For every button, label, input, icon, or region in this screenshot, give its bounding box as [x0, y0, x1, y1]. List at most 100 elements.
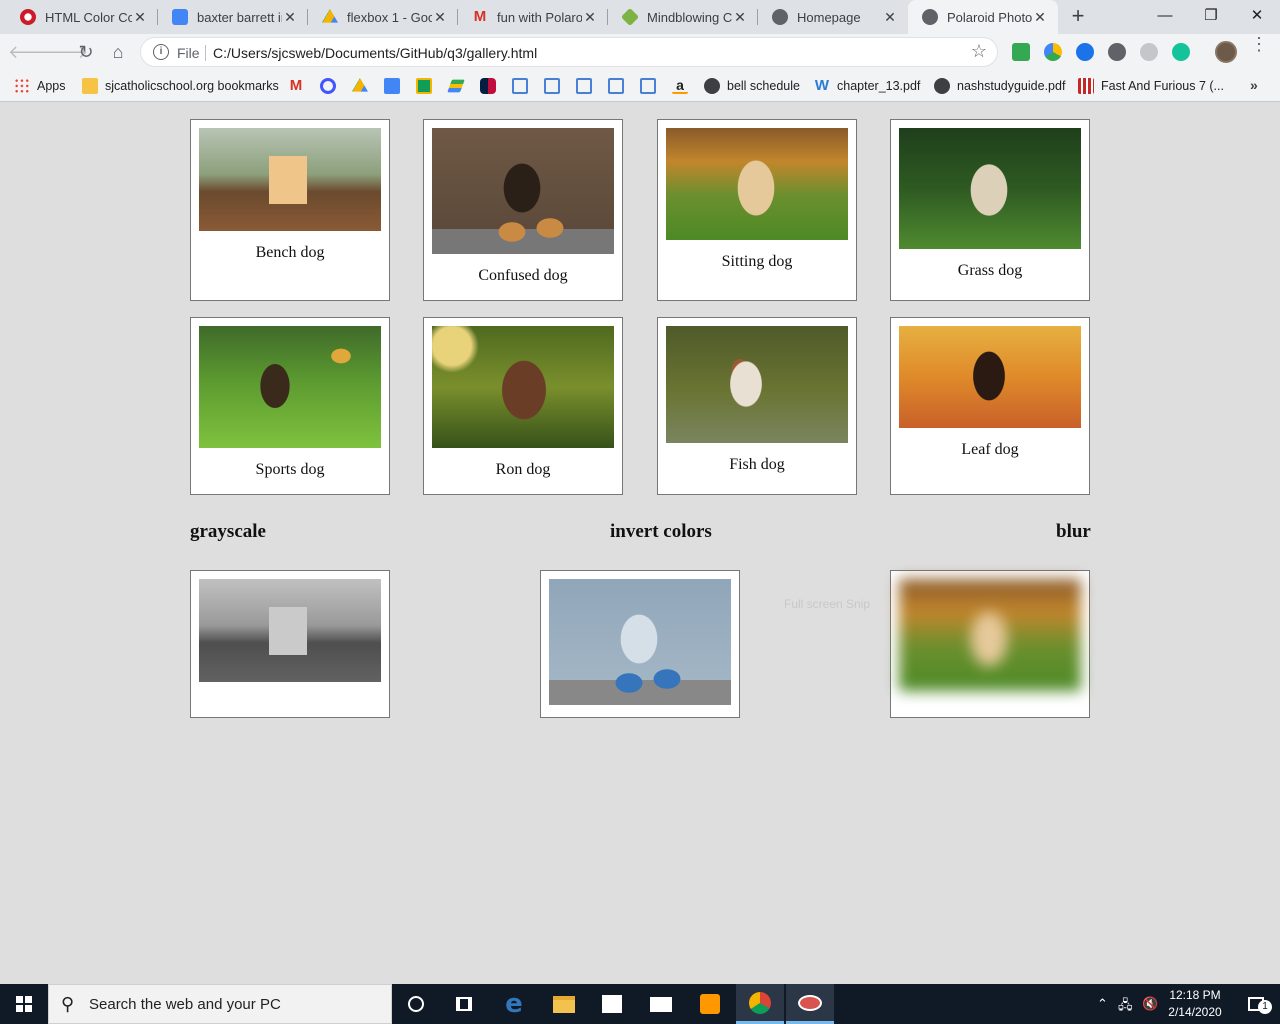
sublime-icon [700, 994, 720, 1014]
close-window-button[interactable]: ✕ [1234, 0, 1280, 34]
menu-icon[interactable]: ⋮ [1250, 35, 1268, 53]
bookmark-google-drive[interactable] [352, 76, 375, 96]
color-picker-extension-icon[interactable] [1044, 43, 1062, 61]
sublime-text-button[interactable] [686, 984, 734, 1024]
tab-strip: HTML Color Coc ✕ baxter barrett in ✕ fle… [0, 0, 1280, 34]
clock-date: 2/14/2020 [1168, 1005, 1222, 1019]
bookmark-layout-3[interactable] [576, 76, 599, 96]
bookmark-star-icon[interactable]: ☆ [971, 41, 987, 62]
url-text[interactable]: C:/Users/sjcsweb/Documents/GitHub/q3/gal… [213, 45, 537, 61]
polaroid-invert [540, 570, 740, 718]
polaroid-fish-dog: Fish dog [657, 317, 857, 495]
bookmark-layers[interactable] [447, 76, 471, 96]
taskbar-search-box[interactable]: ⚲ Search the web and your PC [48, 984, 392, 1024]
bookmark-nashstudyguide[interactable]: nashstudyguide.pdf [934, 76, 1065, 96]
more-bookmarks-icon[interactable]: » [1250, 77, 1258, 93]
bookmark-fast-and-furious[interactable]: Fast And Furious 7 (... [1078, 76, 1224, 96]
address-bar[interactable]: i File C:/Users/sjcsweb/Documents/GitHub… [140, 37, 998, 67]
task-view-button[interactable] [440, 984, 488, 1024]
bookmark-google-docs[interactable] [384, 76, 407, 96]
shield-extension-icon[interactable] [1076, 43, 1094, 61]
bookmark-bell-schedule[interactable]: bell schedule [704, 76, 800, 96]
polaroid-blur [890, 570, 1090, 718]
tab-baxter-barrett[interactable]: baxter barrett in ✕ [158, 0, 308, 34]
photo-caption: Sports dog [255, 461, 325, 478]
bookmark-amazon[interactable]: a [672, 76, 695, 96]
forward-button[interactable]: 🡒 [40, 38, 88, 66]
amazon-icon: a [672, 78, 688, 94]
layout-icon [576, 78, 592, 94]
polaroid-sitting-dog: Sitting dog [657, 119, 857, 301]
bookmark-layout-4[interactable] [608, 76, 631, 96]
close-icon[interactable]: ✕ [882, 9, 898, 26]
google-classroom-extension-icon[interactable] [1012, 43, 1030, 61]
close-icon[interactable]: ✕ [282, 9, 298, 26]
help-extension-icon[interactable] [1140, 43, 1158, 61]
globe-icon [772, 9, 788, 25]
bookmark-google-classroom[interactable] [416, 76, 439, 96]
new-tab-button[interactable]: + [1066, 5, 1090, 29]
show-hidden-icons[interactable]: ⌃ [1097, 996, 1108, 1012]
gallery-page: Bench dog Confused dog Sitting dog Grass… [0, 103, 1280, 984]
tab-polaroid-photo-gallery[interactable]: Polaroid Photo G ✕ [908, 0, 1058, 34]
cortana-icon [408, 996, 424, 1012]
mail-button[interactable] [637, 984, 685, 1024]
snipping-tool-button[interactable] [786, 984, 834, 1024]
sitting-dog-photo [666, 128, 848, 240]
close-icon[interactable]: ✕ [732, 9, 748, 26]
snipping-tool-icon [798, 994, 822, 1011]
network-icon[interactable]: 🖧 [1118, 996, 1133, 1018]
reload-button[interactable]: ↻ [72, 38, 100, 66]
full-screen-snip-hint: Full screen Snip [784, 597, 871, 611]
folder-icon [553, 995, 575, 1013]
grass-dog-photo [899, 128, 1081, 249]
bookmark-quizlet[interactable] [320, 76, 343, 96]
close-icon[interactable]: ✕ [582, 9, 598, 26]
tab-label: fun with Polaroi [497, 9, 582, 25]
google-drive-icon [322, 9, 338, 23]
bookmark-layout-1[interactable] [512, 76, 535, 96]
close-icon[interactable]: ✕ [1032, 9, 1048, 26]
shield-dark-extension-icon[interactable] [1108, 43, 1126, 61]
volume-muted-icon[interactable]: 🔇 [1142, 996, 1158, 1012]
edge-button[interactable]: e [490, 984, 538, 1024]
sports-dog-photo [199, 326, 381, 448]
close-icon[interactable]: ✕ [432, 9, 448, 26]
bookmark-gmail[interactable]: M [288, 76, 311, 96]
close-icon[interactable]: ✕ [132, 9, 148, 26]
notification-count-badge: 1 [1258, 1000, 1272, 1014]
google-classroom-icon [416, 78, 432, 94]
system-clock[interactable]: 12:18 PM 2/14/2020 [1162, 987, 1228, 1021]
tab-html-color-codes[interactable]: HTML Color Coc ✕ [6, 0, 158, 34]
home-button[interactable]: ⌂ [104, 38, 132, 66]
file-explorer-button[interactable] [540, 984, 588, 1024]
blurred-photo [899, 579, 1081, 691]
bookmark-layout-2[interactable] [544, 76, 567, 96]
omnibox-divider [205, 45, 206, 61]
cortana-button[interactable] [392, 984, 440, 1024]
action-center-button[interactable]: 1 [1232, 984, 1280, 1024]
restore-button[interactable]: ❐ [1188, 0, 1234, 34]
tab-homepage[interactable]: Homepage ✕ [758, 0, 908, 34]
bookmark-label: chapter_13.pdf [837, 79, 921, 93]
photo-caption: Leaf dog [961, 441, 1019, 458]
bookmark-layout-5[interactable] [640, 76, 663, 96]
minimize-button[interactable]: — [1142, 0, 1188, 34]
info-icon[interactable]: i [153, 44, 169, 60]
bookmark-mlb[interactable] [480, 76, 503, 96]
chrome-button[interactable] [736, 984, 784, 1024]
tab-flexbox[interactable]: flexbox 1 - Goog ✕ [308, 0, 458, 34]
grayscale-photo [199, 579, 381, 682]
grammarly-icon[interactable] [1172, 43, 1190, 61]
grayscale-heading: grayscale [190, 521, 266, 542]
tab-mindblowing-css[interactable]: Mindblowing CS ✕ [608, 0, 758, 34]
bookmark-chapter-13[interactable]: W chapter_13.pdf [814, 76, 921, 96]
tab-fun-with-polaroid[interactable]: M fun with Polaroi ✕ [458, 0, 608, 34]
bookmark-apps[interactable]: Apps [14, 76, 66, 96]
bookmark-folder-sjcatholicschool[interactable]: sjcatholicschool.org bookmarks [82, 76, 279, 96]
profile-avatar[interactable] [1215, 41, 1237, 63]
start-button[interactable] [0, 984, 48, 1024]
back-button[interactable]: 🡐 [8, 38, 56, 66]
bookmark-label: Fast And Furious 7 (... [1101, 79, 1224, 93]
store-button[interactable] [588, 984, 636, 1024]
